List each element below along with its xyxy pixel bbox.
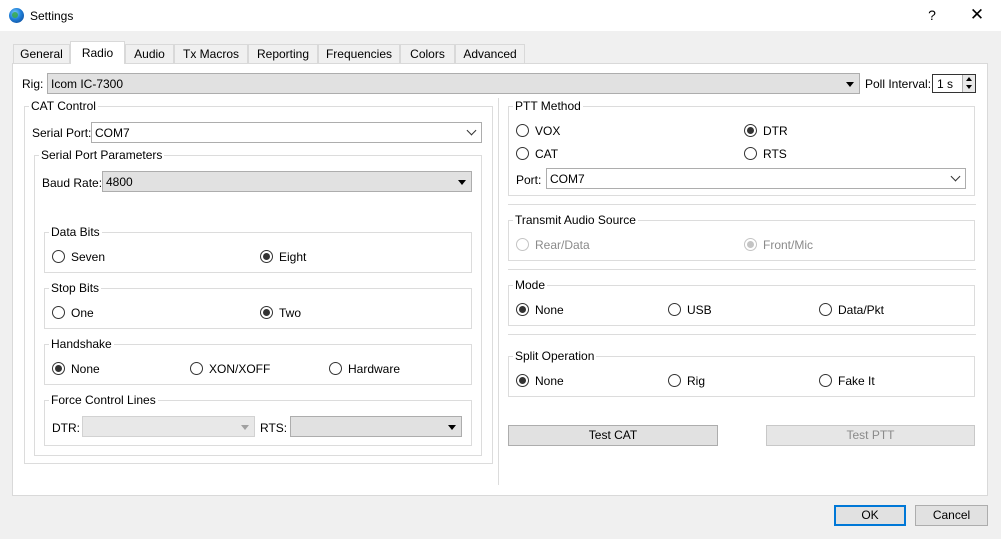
ok-button[interactable]: OK: [834, 505, 906, 526]
title-bar: Settings ? ✕: [0, 0, 1001, 31]
tab-reporting[interactable]: Reporting: [248, 44, 318, 63]
transmit-audio-source-title: Transmit Audio Source: [513, 213, 638, 227]
ptt-port-value: COM7: [550, 172, 585, 186]
rts-select[interactable]: [290, 416, 462, 437]
mode-group: [508, 285, 975, 326]
baud-rate-value: 4800: [106, 175, 133, 189]
rig-select[interactable]: Icom IC-7300: [47, 73, 860, 94]
rts-label: RTS:: [260, 421, 288, 435]
poll-interval-label: Poll Interval:: [865, 77, 932, 91]
serial-port-parameters-title: Serial Port Parameters: [39, 148, 165, 162]
poll-interval-spinbox[interactable]: 1 s: [932, 74, 976, 93]
dropdown-arrow-icon: [241, 425, 249, 430]
panel-divider: [498, 98, 499, 485]
serial-port-label: Serial Port:: [32, 126, 92, 140]
help-button[interactable]: ?: [918, 4, 946, 26]
force-control-lines-title: Force Control Lines: [49, 393, 158, 407]
tab-audio[interactable]: Audio: [125, 44, 174, 63]
baud-rate-label: Baud Rate:: [42, 176, 103, 190]
data-bits-group: [44, 232, 472, 273]
dtr-label: DTR:: [52, 421, 80, 435]
chevron-down-icon: [467, 127, 477, 137]
ptt-port-label: Port:: [516, 173, 542, 187]
tab-radio[interactable]: Radio: [70, 41, 125, 64]
tab-tx-macros[interactable]: Tx Macros: [174, 44, 248, 63]
spin-up-icon[interactable]: [966, 77, 972, 81]
rig-label: Rig:: [22, 77, 44, 91]
tab-frequencies[interactable]: Frequencies: [318, 44, 400, 63]
tab-general[interactable]: General: [13, 44, 70, 63]
separator: [508, 334, 976, 335]
data-bits-title: Data Bits: [49, 225, 102, 239]
ptt-port-select[interactable]: COM7: [546, 168, 966, 189]
cat-control-title: CAT Control: [29, 99, 98, 113]
mode-title: Mode: [513, 278, 548, 292]
ptt-method-title: PTT Method: [513, 99, 583, 113]
dropdown-arrow-icon: [458, 180, 466, 185]
serial-port-value: COM7: [95, 126, 130, 140]
poll-interval-value: 1 s: [937, 77, 954, 91]
chevron-down-icon: [951, 173, 961, 183]
stop-bits-group: [44, 288, 472, 329]
dtr-select[interactable]: [82, 416, 255, 437]
serial-port-select[interactable]: COM7: [91, 122, 482, 143]
dropdown-arrow-icon: [448, 425, 456, 430]
separator: [508, 269, 976, 270]
test-cat-button[interactable]: Test CAT: [508, 425, 718, 446]
app-icon: [9, 8, 24, 23]
close-button[interactable]: ✕: [962, 4, 992, 26]
tab-advanced[interactable]: Advanced: [455, 44, 525, 63]
cancel-button[interactable]: Cancel: [915, 505, 988, 526]
tab-colors[interactable]: Colors: [400, 44, 455, 63]
rig-value: Icom IC-7300: [51, 77, 124, 91]
window-title: Settings: [30, 9, 74, 23]
handshake-title: Handshake: [49, 337, 114, 351]
baud-rate-select[interactable]: 4800: [102, 171, 472, 192]
separator: [508, 204, 976, 205]
test-ptt-button[interactable]: Test PTT: [766, 425, 975, 446]
stop-bits-title: Stop Bits: [49, 281, 102, 295]
split-operation-title: Split Operation: [513, 349, 597, 363]
dropdown-arrow-icon: [846, 82, 854, 87]
spin-down-icon[interactable]: [966, 85, 972, 89]
